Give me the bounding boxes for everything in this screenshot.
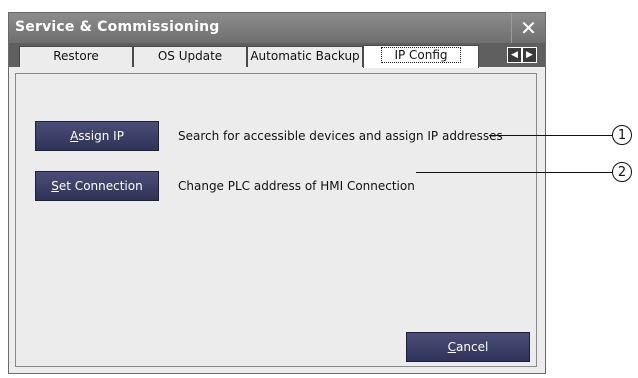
tab-label: IP Config bbox=[381, 47, 461, 63]
callout-line-1 bbox=[489, 135, 614, 136]
tab-label: Restore bbox=[53, 49, 99, 63]
tab-os-update[interactable]: OS Update bbox=[133, 46, 247, 67]
title-bar: Service & Commissioning ✕ bbox=[9, 13, 545, 43]
tab-restore[interactable]: Restore bbox=[19, 46, 133, 67]
tab-scroll-right-icon[interactable]: ▶ bbox=[522, 47, 537, 63]
assign-ip-label: ssign IP bbox=[78, 129, 124, 143]
set-connection-button[interactable]: Set Connection bbox=[35, 171, 159, 201]
cancel-label: ancel bbox=[456, 340, 489, 354]
close-icon[interactable]: ✕ bbox=[511, 13, 545, 43]
tab-label: Automatic Backup bbox=[250, 49, 360, 63]
tab-automatic-backup[interactable]: Automatic Backup bbox=[247, 46, 363, 67]
tab-bar: Restore OS Update Automatic Backup IP Co… bbox=[9, 43, 545, 68]
set-connection-mnemonic: S bbox=[51, 179, 59, 193]
window-title: Service & Commissioning bbox=[15, 19, 220, 35]
set-connection-description: Change PLC address of HMI Connection bbox=[178, 179, 415, 193]
assign-ip-description: Search for accessible devices and assign… bbox=[178, 129, 503, 143]
cancel-mnemonic: C bbox=[447, 340, 457, 354]
cancel-button[interactable]: Cancel bbox=[406, 332, 530, 362]
service-commissioning-window: Service & Commissioning ✕ Restore OS Upd… bbox=[8, 12, 546, 374]
tab-ip-config[interactable]: IP Config bbox=[363, 45, 479, 68]
tab-scroll-left-icon[interactable]: ◀ bbox=[507, 47, 522, 63]
ip-config-panel: Assign IP Search for accessible devices … bbox=[15, 73, 537, 367]
callout-marker-1: 1 bbox=[612, 125, 632, 145]
tab-label: OS Update bbox=[157, 49, 223, 63]
assign-ip-mnemonic: A bbox=[70, 129, 79, 143]
set-connection-label: et Connection bbox=[58, 179, 143, 193]
assign-ip-button[interactable]: Assign IP bbox=[35, 121, 159, 151]
callout-marker-2: 2 bbox=[612, 162, 632, 182]
callout-line-2 bbox=[416, 172, 614, 173]
